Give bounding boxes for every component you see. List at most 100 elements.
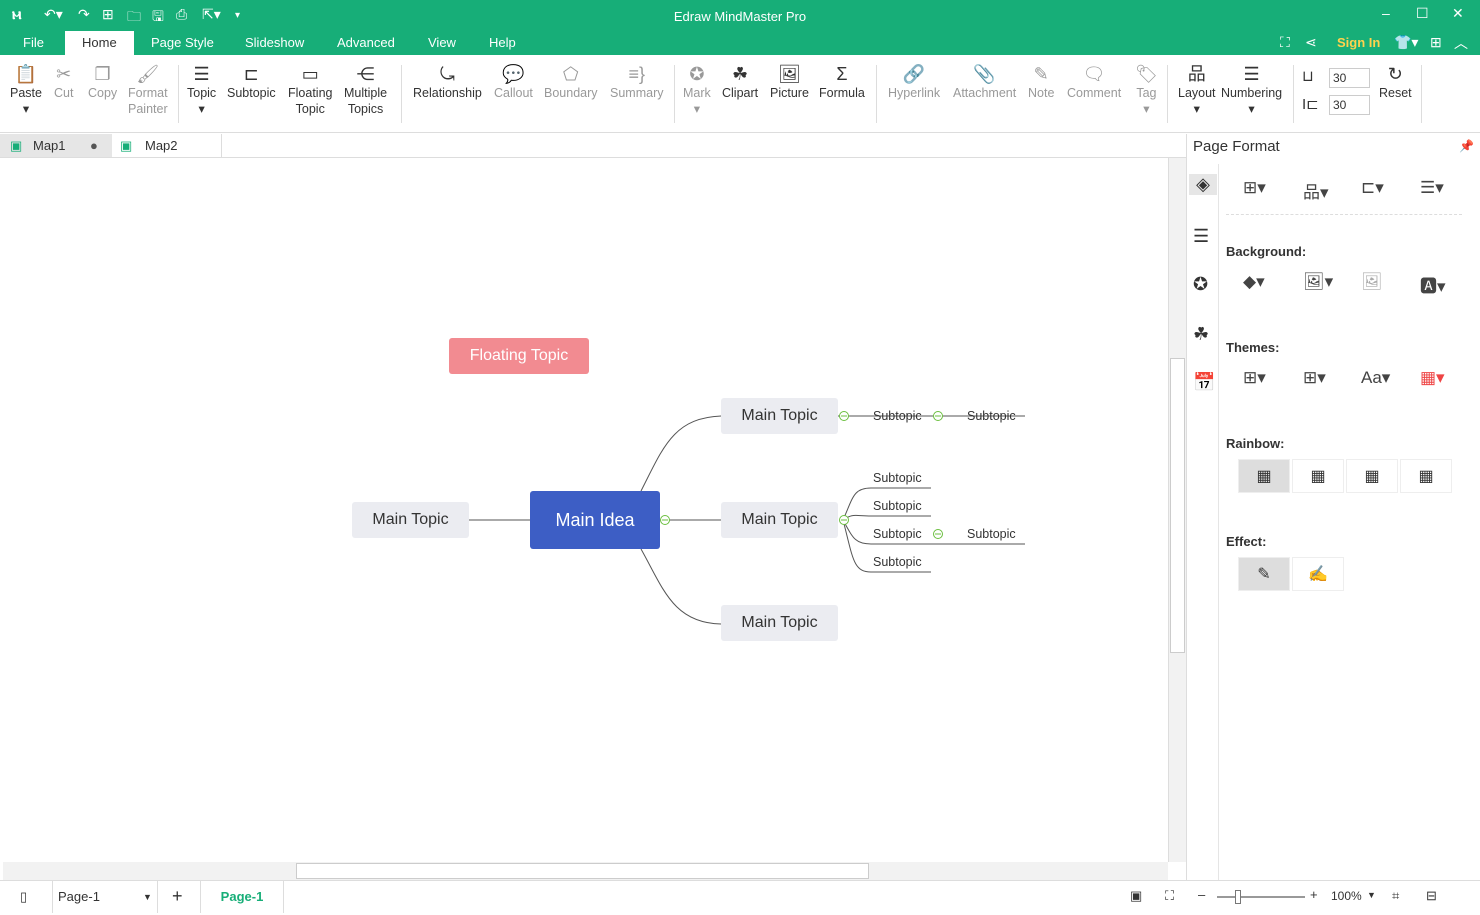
layout-button[interactable]: 品 Layout ▾	[1178, 63, 1216, 117]
numbering-button[interactable]: ☰ Numbering ▾	[1221, 63, 1282, 117]
boundary-button[interactable]: ⬠ Boundary	[544, 63, 598, 101]
floating-topic[interactable]: Floating Topic	[449, 338, 589, 374]
subtopic[interactable]: Subtopic	[873, 409, 922, 423]
maximize-button[interactable]: ☐	[1416, 5, 1429, 22]
tab-advanced[interactable]: Advanced	[320, 31, 412, 55]
main-topic-3[interactable]: Main Topic	[721, 605, 838, 641]
sign-in-link[interactable]: Sign In	[1337, 35, 1380, 50]
effect-option-1[interactable]: ✎	[1238, 557, 1290, 591]
background-image-button[interactable]: 🖼▾	[1303, 272, 1333, 292]
layout-style-button[interactable]: 品▾	[1303, 178, 1329, 203]
vertical-spacing-input[interactable]: 30	[1329, 95, 1370, 115]
rainbow-option-1[interactable]: ▦	[1238, 459, 1290, 493]
mark-button[interactable]: ✪ Mark ▾	[683, 63, 711, 117]
subtopic[interactable]: Subtopic	[873, 499, 922, 513]
page-tab[interactable]: Page-1	[200, 881, 284, 913]
summary-button[interactable]: ≡} Summary	[610, 63, 663, 101]
connector-style-button[interactable]: ⊏▾	[1361, 178, 1384, 198]
tab-help[interactable]: Help	[472, 31, 533, 55]
tab-home[interactable]: Home	[65, 31, 134, 55]
fit-window-icon[interactable]: ⌗	[1392, 888, 1399, 904]
clipart-icon[interactable]: ☘	[1193, 324, 1209, 345]
copy-button[interactable]: ❐ Copy	[88, 63, 117, 101]
panel-toggle-icon[interactable]: ▯	[20, 889, 27, 905]
callout-button[interactable]: 💬 Callout	[494, 63, 533, 101]
tab-file[interactable]: File	[6, 31, 61, 55]
mind-map-canvas[interactable]: Floating Topic Main Idea Main Topic Main…	[3, 158, 1168, 862]
apps-icon[interactable]: ⊞	[1430, 34, 1442, 51]
main-topic-left[interactable]: Main Topic	[352, 502, 469, 538]
map-style-button[interactable]: ⊞▾	[1243, 178, 1266, 198]
multiple-topics-button[interactable]: ⋲ Multiple Topics	[344, 63, 387, 117]
vertical-scroll-thumb[interactable]	[1170, 358, 1185, 653]
pin-icon[interactable]: 📌	[1459, 139, 1474, 153]
hyperlink-button[interactable]: 🔗 Hyperlink	[888, 63, 940, 101]
format-painter-button[interactable]: 🖌 Format Painter	[128, 63, 168, 117]
format-paint-icon[interactable]: ◈	[1189, 174, 1217, 195]
effect-option-2[interactable]: ✍	[1292, 557, 1344, 591]
tab-slideshow[interactable]: Slideshow	[228, 31, 321, 55]
minimize-button[interactable]: –	[1382, 5, 1390, 21]
vertical-scrollbar[interactable]	[1168, 158, 1186, 862]
subtopic[interactable]: Subtopic	[873, 527, 922, 541]
picture-button[interactable]: 🖼 Picture	[770, 63, 809, 101]
watermark-button[interactable]: 🅰▾	[1420, 272, 1446, 297]
theme-shirt-icon[interactable]: 👕▾	[1394, 34, 1418, 51]
reset-button[interactable]: ↻ Reset	[1379, 63, 1412, 101]
tab-page-style[interactable]: Page Style	[134, 31, 231, 55]
cut-button[interactable]: ✂ Cut	[54, 63, 73, 101]
numbering-style-button[interactable]: ☰▾	[1420, 178, 1444, 198]
attachment-button[interactable]: 📎 Attachment	[953, 63, 1016, 101]
subtopic[interactable]: Subtopic	[873, 555, 922, 569]
doc-tab-map1[interactable]: ▣ Map1 ●	[0, 134, 112, 157]
topic-button[interactable]: ☰ Topic ▾	[187, 63, 216, 117]
mark-icon[interactable]: ✪	[1193, 274, 1208, 295]
horizontal-spacing-input[interactable]: 30	[1329, 68, 1370, 88]
floating-topic-button[interactable]: ▭ Floating Topic	[288, 63, 332, 117]
rainbow-option-2[interactable]: ▦	[1292, 459, 1344, 493]
theme-layout-button[interactable]: ⊞▾	[1303, 368, 1326, 388]
tag-button[interactable]: 🏷 Tag ▾	[1135, 63, 1158, 117]
subtopic[interactable]: Subtopic	[967, 409, 1016, 423]
zoom-slider[interactable]	[1217, 896, 1305, 898]
main-idea[interactable]: Main Idea	[530, 491, 660, 549]
paste-button[interactable]: 📋 Paste ▾	[10, 63, 42, 117]
main-topic-2[interactable]: Main Topic	[721, 502, 838, 538]
fill-color-button[interactable]: ◆▾	[1243, 272, 1265, 292]
rainbow-option-4[interactable]: ▦	[1400, 459, 1452, 493]
subtopic[interactable]: Subtopic	[873, 471, 922, 485]
fit-page-icon[interactable]: ▣	[1130, 888, 1142, 904]
main-topic-1[interactable]: Main Topic	[721, 398, 838, 434]
zoom-out-button[interactable]: –	[1198, 887, 1205, 902]
horizontal-scroll-thumb[interactable]	[296, 863, 869, 879]
fullscreen-icon[interactable]: ⛶	[1165, 888, 1174, 904]
clipart-button[interactable]: ☘ Clipart	[722, 63, 758, 101]
add-page-button[interactable]: +	[172, 886, 183, 907]
collapse-ribbon-icon[interactable]: ︿	[1454, 33, 1468, 53]
tab-view[interactable]: View	[411, 31, 473, 55]
share-icon[interactable]: ⋖	[1305, 34, 1317, 51]
outline-list-icon[interactable]: ☰	[1193, 226, 1209, 247]
theme-button[interactable]: ⊞▾	[1243, 368, 1266, 388]
theme-font-button[interactable]: Aa▾	[1361, 368, 1390, 388]
close-button[interactable]: ✕	[1452, 5, 1464, 22]
fit-width-icon[interactable]: ⊟	[1426, 888, 1437, 904]
zoom-in-button[interactable]: +	[1310, 887, 1318, 902]
theme-color-button[interactable]: ▦▾	[1420, 368, 1445, 388]
page-select[interactable]: Page-1 ▼	[52, 881, 158, 913]
comment-button[interactable]: 🗨 Comment	[1067, 63, 1121, 101]
relationship-button[interactable]: ⤿ Relationship	[413, 63, 482, 101]
zoom-level[interactable]: 100%	[1331, 889, 1362, 903]
subtopic-button[interactable]: ⊏ Subtopic	[227, 63, 276, 101]
fullscreen-icon[interactable]: ⛶	[1280, 34, 1290, 51]
rainbow-label: Rainbow:	[1226, 436, 1285, 451]
doc-tab-map2[interactable]: ▣ Map2	[112, 134, 222, 157]
zoom-slider-handle[interactable]	[1235, 890, 1241, 904]
horizontal-scrollbar[interactable]	[3, 862, 1168, 880]
subtopic[interactable]: Subtopic	[967, 527, 1016, 541]
task-calendar-icon[interactable]: 📅	[1193, 372, 1215, 393]
formula-button[interactable]: Σ Formula	[819, 63, 865, 101]
note-button[interactable]: ✎ Note	[1028, 63, 1054, 101]
remove-background-button[interactable]: 🖼	[1361, 272, 1383, 292]
rainbow-option-3[interactable]: ▦	[1346, 459, 1398, 493]
